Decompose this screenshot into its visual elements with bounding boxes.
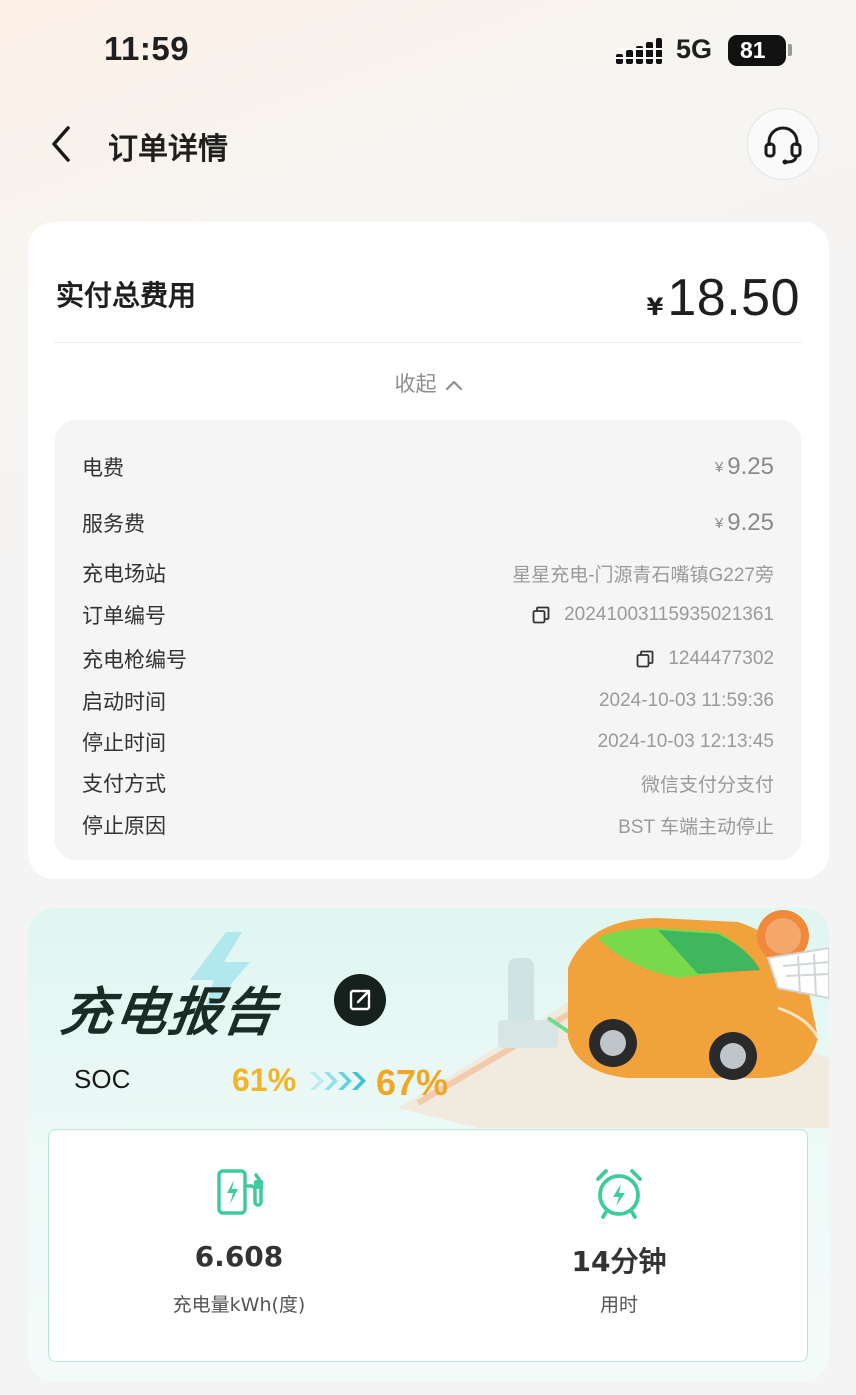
detail-value: BST 车端主动停止 bbox=[618, 816, 774, 838]
order-detail-panel: 电费 ¥9.25 服务费 ¥9.25 充电场站 星星充电-门源青石嘴镇G227旁… bbox=[54, 420, 802, 860]
detail-label: 服务费 bbox=[82, 512, 145, 536]
stat-duration: 14分钟 用时 bbox=[429, 1130, 809, 1363]
network-type: 5G bbox=[676, 34, 713, 64]
divider bbox=[54, 342, 803, 343]
detail-label: 支付方式 bbox=[82, 772, 166, 796]
status-time: 11:59 bbox=[104, 30, 190, 67]
battery-indicator: 81 bbox=[728, 35, 786, 66]
share-icon bbox=[349, 989, 371, 1011]
order-summary-card: 实付总费用 ¥ 18.50 收起 电费 ¥9.25 服务费 ¥9.25 充电场站… bbox=[28, 222, 829, 879]
detail-row-stop-reason: 停止原因 BST 车端主动停止 bbox=[82, 810, 774, 840]
soc-start-value: 61% bbox=[232, 1062, 297, 1098]
duration-value: 14分钟 bbox=[571, 1245, 667, 1278]
currency-symbol: ¥ bbox=[714, 458, 724, 476]
copy-icon[interactable] bbox=[636, 650, 654, 668]
detail-label: 充电枪编号 bbox=[82, 648, 187, 672]
headset-icon bbox=[764, 126, 802, 165]
detail-row-gun-no: 充电枪编号 1244477302 bbox=[82, 644, 774, 674]
amount: 9.25 bbox=[727, 509, 774, 536]
collapse-toggle[interactable]: 收起 bbox=[28, 368, 829, 398]
collapse-label: 收起 bbox=[394, 372, 437, 396]
detail-value: 1244477302 bbox=[636, 648, 774, 670]
detail-label: 充电场站 bbox=[82, 562, 166, 586]
currency-symbol: ¥ bbox=[646, 293, 664, 321]
detail-label: 订单编号 bbox=[82, 604, 166, 628]
back-button[interactable] bbox=[42, 122, 82, 166]
soc-label: SOC bbox=[74, 1064, 131, 1094]
page-title: 订单详情 bbox=[108, 132, 228, 167]
chevrons-right-icon bbox=[310, 1072, 366, 1090]
status-bar: 11:59 5G 81 bbox=[0, 0, 856, 100]
chevron-up-icon bbox=[445, 380, 462, 391]
copy-icon[interactable] bbox=[532, 606, 550, 624]
detail-label: 电费 bbox=[82, 456, 124, 480]
detail-value: 微信支付分支付 bbox=[640, 774, 774, 796]
alarm-clock-icon bbox=[596, 1169, 642, 1219]
detail-row-stop-time: 停止时间 2024-10-03 12:13:45 bbox=[82, 727, 774, 757]
energy-caption: 充电量kWh(度) bbox=[172, 1294, 306, 1316]
battery-level: 81 bbox=[740, 37, 766, 63]
detail-value: 2024-10-03 12:13:45 bbox=[597, 731, 774, 752]
detail-value: ¥9.25 bbox=[715, 453, 774, 481]
charging-report-card: 充电报告 SOC 61% 67% 6.608 充电量kWh(度) 14分钟 用时 bbox=[28, 908, 829, 1382]
total-amount-value: 18.50 bbox=[667, 269, 800, 327]
amount: 9.25 bbox=[727, 453, 774, 480]
total-label: 实付总费用 bbox=[56, 279, 197, 312]
detail-value: 2024-10-03 11:59:36 bbox=[598, 690, 774, 711]
order-number: 20241003115935021361 bbox=[564, 604, 774, 625]
detail-row-station: 充电场站 星星充电-门源青石嘴镇G227旁 bbox=[82, 558, 774, 588]
energy-value: 6.608 bbox=[194, 1240, 284, 1273]
chevron-left-icon bbox=[52, 126, 70, 162]
detail-row-payment: 支付方式 微信支付分支付 bbox=[82, 768, 774, 798]
total-amount: ¥ 18.50 bbox=[647, 268, 800, 328]
charging-stats-panel: 6.608 充电量kWh(度) 14分钟 用时 bbox=[48, 1129, 808, 1362]
detail-row-start-time: 启动时间 2024-10-03 11:59:36 bbox=[82, 686, 774, 716]
share-button[interactable] bbox=[334, 974, 386, 1026]
detail-row-service-fee: 服务费 ¥9.25 bbox=[82, 508, 774, 538]
stat-energy: 6.608 充电量kWh(度) bbox=[49, 1130, 429, 1363]
detail-label: 停止时间 bbox=[82, 731, 166, 755]
battery-nub bbox=[788, 44, 792, 56]
customer-service-button[interactable] bbox=[747, 108, 819, 180]
report-title: 充电报告 bbox=[57, 983, 282, 1043]
detail-value: 星星充电-门源青石嘴镇G227旁 bbox=[512, 564, 774, 586]
charging-station-icon bbox=[217, 1169, 263, 1215]
currency-symbol: ¥ bbox=[714, 514, 724, 532]
detail-row-electricity-fee: 电费 ¥9.25 bbox=[82, 452, 774, 482]
detail-value: ¥9.25 bbox=[715, 509, 774, 537]
gun-number: 1244477302 bbox=[668, 648, 774, 669]
signal-icon bbox=[616, 38, 662, 64]
detail-row-order-no: 订单编号 20241003115935021361 bbox=[82, 600, 774, 630]
detail-label: 启动时间 bbox=[82, 690, 166, 714]
detail-value: 20241003115935021361 bbox=[532, 604, 774, 626]
detail-label: 停止原因 bbox=[82, 814, 166, 838]
duration-caption: 用时 bbox=[599, 1294, 638, 1316]
soc-end-value: 67% bbox=[376, 1062, 449, 1103]
